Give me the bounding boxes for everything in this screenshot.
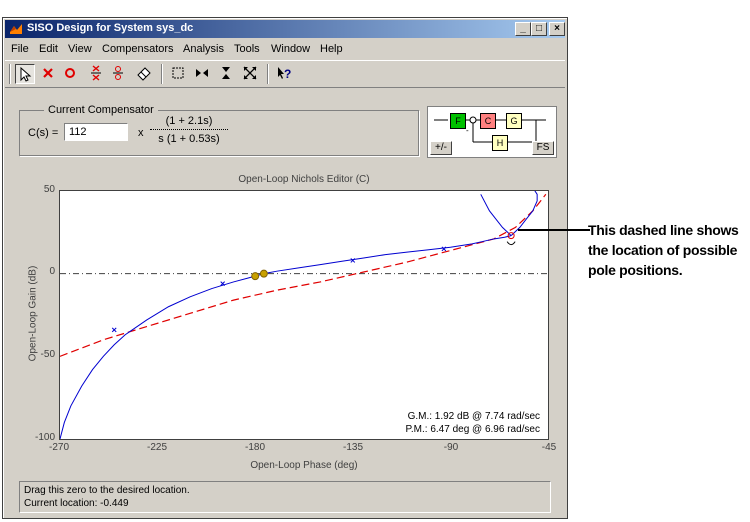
status-location: Current location: -0.449 [24,498,129,509]
fs-button[interactable]: FS [532,141,554,155]
menu-tools[interactable]: Tools [234,43,260,55]
title-bar: SISO Design for System sys_dc _ □ × [5,20,565,38]
zoom-y-icon [222,67,230,79]
nichols-curve-0 [59,235,512,440]
annotation-line-2: the location of possible [588,242,738,258]
menu-edit[interactable]: Edit [39,43,58,55]
block-f[interactable]: F [450,113,466,129]
gain-field[interactable]: 112 [64,123,128,141]
help-tool[interactable]: ? [275,64,295,84]
annotation-line-1: This dashed line shows [588,222,739,238]
matlab-icon [10,24,22,34]
select-tool[interactable] [15,64,35,84]
block-g[interactable]: G [506,113,522,129]
feedback-structure-diagram[interactable]: - F C G H +/- FS [427,106,557,158]
help-icon: ? [278,67,291,81]
add-zero-icon [65,68,75,78]
times-sign: x [138,127,144,139]
phase-margin-readout: P.M.: 6.47 deg @ 6.96 rad/sec [405,424,541,435]
toolbar: ? [5,60,565,88]
status-message: Drag this zero to the desired location. [24,485,190,496]
gain-margin-readout: G.M.: 1.92 dB @ 7.74 rad/sec [407,411,540,422]
toolbar-separator [267,64,269,84]
drag-cursor-icon [506,241,516,246]
menu-window[interactable]: Window [271,43,310,55]
x-tick-label: -135 [342,442,363,453]
zoom-box-icon [172,67,184,79]
y-tick-label: 0 [49,266,55,277]
close-button[interactable]: × [549,22,565,36]
toolbar-separator [9,64,11,84]
zoom-x-icon [196,69,208,77]
pole-path-line [59,193,547,357]
menu-file[interactable]: File [11,43,29,55]
sign-toggle-button[interactable]: +/- [430,141,452,155]
x-tick-label: -270 [48,442,69,453]
add-pole-icon [43,68,53,78]
current-compensator-panel: Current Compensator C(s) = 112 x (1 + 2.… [19,104,419,156]
add-complex-zero-icon [113,66,123,80]
nichols-chart-svg [59,180,548,440]
svg-text:-: - [466,126,469,135]
y-tick-label: 50 [43,184,55,195]
siso-window: SISO Design for System sys_dc _ □ × File… [2,17,568,519]
curve-marker [350,258,356,263]
compensator-zero-marker [251,272,260,281]
compensator-zero-marker [259,269,268,278]
x-axis-label: Open-Loop Phase (deg) [250,460,358,471]
zoom-x-tool[interactable] [193,64,213,84]
zoom-box-tool[interactable] [169,64,189,84]
menu-view[interactable]: View [68,43,92,55]
add-complex-zero-tool[interactable] [109,64,129,84]
fit-tool[interactable] [241,64,261,84]
compensator-numerator[interactable]: (1 + 2.1s) [148,115,230,127]
compensator-label: C(s) = [28,127,59,139]
annotation-callout: This dashed line shows the location of p… [588,220,748,280]
erase-tool[interactable] [135,64,155,84]
annotation-leader-line [518,229,590,231]
nichols-plot[interactable]: G.M.: 1.92 dB @ 7.74 rad/sec P.M.: 6.47 … [59,180,549,440]
status-bar: Drag this zero to the desired location. … [19,481,551,513]
menu-help[interactable]: Help [320,43,343,55]
plot-title: Open-Loop Nichols Editor (C) [238,174,370,185]
arrow-select-icon [20,66,32,82]
menu-bar: File Edit View Compensators Analysis Too… [5,40,565,58]
x-tick-label: -180 [244,442,265,453]
fit-icon [243,66,257,80]
add-pole-tool[interactable] [39,64,59,84]
compensator-denominator[interactable]: s (1 + 0.53s) [148,133,230,145]
nichols-curve-2 [480,194,512,237]
menu-compensators[interactable]: Compensators [102,43,174,55]
y-tick-label: -50 [40,349,55,360]
compensator-legend: Current Compensator [44,104,158,116]
x-tick-label: -45 [541,442,557,453]
window-title: SISO Design for System sys_dc [27,22,194,34]
x-tick-label: -90 [443,442,459,453]
add-complex-pole-tool[interactable] [87,64,107,84]
block-h[interactable]: H [492,135,508,151]
fraction-bar [150,129,228,130]
curve-marker [111,327,117,333]
erase-icon [137,67,151,81]
minimize-button[interactable]: _ [515,22,531,36]
add-zero-tool[interactable] [61,64,81,84]
zoom-y-tool[interactable] [217,64,237,84]
annotation-line-3: pole positions. [588,262,683,278]
maximize-button[interactable]: □ [531,22,547,36]
block-c[interactable]: C [480,113,496,129]
toolbar-separator [161,64,163,84]
x-tick-label: -225 [146,442,167,453]
svg-text:?: ? [284,67,291,81]
menu-analysis[interactable]: Analysis [183,43,224,55]
add-complex-pole-icon [91,65,101,81]
